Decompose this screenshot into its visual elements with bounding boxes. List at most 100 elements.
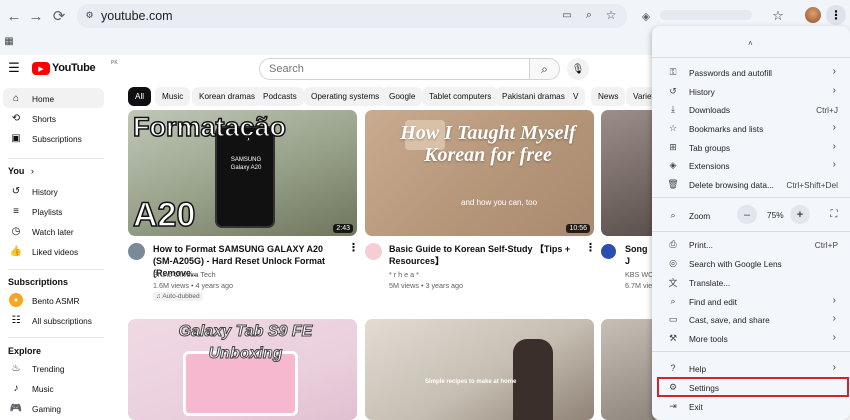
menu-item-bookmarks[interactable]: ☆ Bookmarks and lists ›	[652, 119, 850, 137]
video-thumbnail[interactable]: Simple recipes to make at home	[365, 319, 594, 420]
exit-icon: ⇥	[669, 400, 677, 411]
menu-item-downloads[interactable]: ⤓ Downloads Ctrl+J	[652, 100, 850, 118]
search-placeholder: Search	[269, 63, 304, 75]
more-actions-icon[interactable]: ⋮	[585, 241, 596, 254]
menu-item-history[interactable]: ↺ History ›	[652, 82, 850, 100]
menu-item-exit[interactable]: ⇥ Exit	[652, 397, 850, 415]
address-bar[interactable]: ⚙ youtube.com ▭ ⌕ ☆	[77, 4, 627, 28]
search-input[interactable]: Search	[259, 58, 530, 80]
video-thumbnail[interactable]: How I Taught Myself Korean for free and …	[365, 110, 594, 236]
video-title[interactable]: Basic Guide to Korean Self-Study 【Tips +…	[389, 243, 579, 267]
channel-avatar[interactable]	[128, 243, 145, 260]
you-header[interactable]: You ›	[8, 166, 34, 176]
channel-name[interactable]: * r h e a *	[389, 270, 419, 280]
sidebar-item-shorts[interactable]: ⟲ Shorts	[3, 108, 104, 128]
duration-badge: 2:43	[333, 224, 353, 233]
chip-operating-systems[interactable]: Operating systems	[304, 87, 387, 106]
fullscreen-icon[interactable]: ⛶	[824, 205, 844, 224]
menu-item-extensions[interactable]: ◈ Extensions ›	[652, 156, 850, 174]
menu-separator	[652, 197, 850, 198]
find-icon: ⌕	[670, 295, 676, 306]
sidebar-item-trending[interactable]: ♨ Trending	[3, 358, 104, 378]
chip-v[interactable]: V	[566, 87, 586, 106]
chip-variety[interactable]: Variety	[626, 87, 653, 106]
tab-groups-icon: ⊞	[669, 141, 677, 152]
shortcut-label: Ctrl+J	[816, 105, 838, 115]
home-icon: ⌂	[12, 92, 20, 104]
hamburger-icon[interactable]: ☰	[6, 60, 22, 76]
sidebar-item-all-subscriptions[interactable]: ☷ All subscriptions	[3, 310, 104, 330]
chrome-menu: ˄ ⚿ Passwords and autofill › ↺ History ›…	[652, 26, 850, 420]
sidebar-item-subscriptions[interactable]: ▣ Subscriptions	[3, 128, 104, 148]
sidebar-item-bento-asmr[interactable]: ● Bento ASMR	[3, 290, 104, 310]
logo-region: PK	[111, 60, 118, 66]
play-logo-icon: ▶	[32, 62, 50, 75]
chip-google[interactable]: Google	[382, 87, 423, 106]
menu-item-google-lens[interactable]: ◎ Search with Google Lens	[652, 254, 850, 272]
zoom-in-button[interactable]: +	[790, 205, 810, 224]
subscriptions-header: Subscriptions	[8, 277, 69, 287]
star-icon[interactable]: ☆	[604, 7, 618, 23]
sidebar-item-home[interactable]: ⌂ Home	[3, 88, 104, 108]
sidebar-item-playlists[interactable]: ≡ Playlists	[3, 201, 104, 221]
apps-icon[interactable]: ▦	[3, 35, 15, 47]
channel-name[interactable]: KBS WO	[625, 270, 653, 280]
profile-row[interactable]: ˄	[652, 36, 850, 54]
chip-korean-dramas[interactable]: Korean dramas	[192, 87, 262, 106]
chip-tablet-computers[interactable]: Tablet computers	[422, 87, 499, 106]
chip-pakistani-dramas[interactable]: Pakistani dramas	[495, 87, 572, 106]
menu-item-delete-browsing-data[interactable]: 🗑 Delete browsing data... Ctrl+Shift+Del	[652, 175, 850, 193]
chevron-right-icon: ›	[832, 362, 836, 373]
video-title[interactable]: Song J HyeKy	[625, 243, 653, 267]
reload-icon[interactable]: ⟳	[47, 4, 71, 28]
bookmark-star-icon[interactable]: ☆	[766, 4, 790, 28]
menu-item-more-tools[interactable]: ⚒ More tools ›	[652, 329, 850, 347]
url-text: youtube.com	[101, 9, 173, 23]
chevron-right-icon: ›	[832, 295, 836, 306]
forward-icon[interactable]: →	[24, 4, 48, 28]
video-meta: 1.6M views • 4 years ago	[153, 281, 234, 290]
channel-avatar[interactable]	[365, 243, 382, 260]
channel-avatar[interactable]	[600, 243, 617, 260]
profile-avatar[interactable]	[805, 7, 821, 23]
chip-podcasts[interactable]: Podcasts	[256, 87, 304, 106]
chip-news[interactable]: News	[591, 87, 626, 106]
sidebar-item-liked-videos[interactable]: 👍 Liked videos	[3, 241, 104, 261]
menu-item-passwords[interactable]: ⚿ Passwords and autofill ›	[652, 63, 850, 81]
video-thumbnail[interactable]: SAMSUNG Galaxy A20 Formatação A20 2:43	[128, 110, 357, 236]
search-button[interactable]: ⌕	[530, 58, 560, 80]
menu-icon[interactable]: ⋮	[826, 5, 846, 25]
help-icon: ?	[670, 363, 676, 373]
menu-item-find-and-edit[interactable]: ⌕ Find and edit ›	[652, 292, 850, 310]
sidebar-item-watch-later[interactable]: ◷ Watch later	[3, 221, 104, 241]
site-info-icon[interactable]: ⚙	[83, 9, 96, 22]
chevron-right-icon: ›	[30, 166, 34, 176]
liked-icon: 👍	[9, 245, 23, 257]
chip-all[interactable]: All	[128, 87, 152, 106]
thumb-caption: How I Taught Myself Korean for free	[400, 122, 576, 166]
zoom-icon[interactable]: ⌕	[582, 7, 596, 23]
zoom-out-button[interactable]: –	[737, 205, 757, 224]
back-icon[interactable]: ←	[2, 4, 26, 28]
print-icon: ⎙	[669, 238, 677, 249]
sidebar-item-gaming[interactable]: 🎮 Gaming	[3, 398, 104, 418]
menu-item-tab-groups[interactable]: ⊞ Tab groups ›	[652, 138, 850, 156]
video-thumbnail[interactable]: Galaxy Tab S9 FE Unboxing	[128, 319, 357, 420]
menu-item-cast-save-share[interactable]: ▭ Cast, save, and share ›	[652, 310, 850, 328]
menu-separator	[652, 231, 850, 232]
menu-item-help[interactable]: ? Help ›	[652, 359, 850, 377]
tools-icon: ⚒	[668, 332, 678, 343]
menu-item-print[interactable]: ⎙ Print... Ctrl+P	[652, 235, 850, 253]
channel-name[interactable]: Bruno Oliveira Tech	[153, 270, 216, 280]
history-icon: ↺	[669, 85, 677, 96]
sidebar-item-history[interactable]: ↺ History	[3, 181, 104, 201]
install-icon[interactable]: ▭	[560, 8, 574, 22]
menu-item-translate[interactable]: 文 Translate...	[652, 273, 850, 291]
auto-dubbed-badge: ♫ Auto-dubbed	[153, 292, 203, 301]
sidebar-item-music[interactable]: ♪ Music	[3, 378, 104, 398]
more-actions-icon[interactable]: ⋮	[348, 241, 359, 254]
blurred-extensions	[660, 10, 752, 20]
chip-music[interactable]: Music	[155, 87, 191, 106]
extension-icon[interactable]: ◈	[634, 4, 658, 28]
voice-search-icon[interactable]: 🎙	[567, 58, 589, 80]
